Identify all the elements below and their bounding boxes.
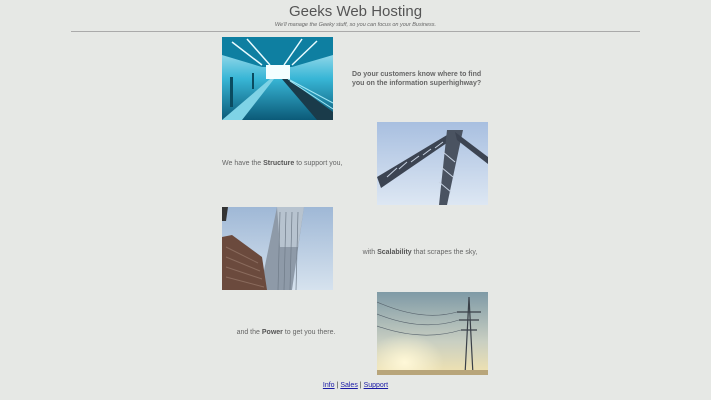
structure-caption-pre: We have the	[222, 160, 264, 167]
site-tagline: We'll manage the Geeky stuff, so you can…	[274, 22, 437, 28]
power-caption-pre: and the	[236, 329, 262, 336]
structure-keyword: Structure	[263, 160, 295, 167]
power-pylon-photo	[377, 292, 488, 375]
scalability-caption-post: that scrapes the sky,	[411, 249, 478, 256]
footer-separator: |	[336, 382, 339, 389]
site-header: Geeks Web Hosting We'll manage the Geeky…	[0, 3, 711, 28]
sales-link[interactable]: Sales	[340, 382, 358, 389]
structure-caption: We have the Structure to support you,	[222, 159, 372, 168]
power-caption-post: to get you there.	[282, 329, 336, 336]
scalability-caption-pre: with	[362, 249, 378, 256]
scalability-keyword: Scalability	[377, 249, 412, 256]
footer-nav: Info | Sales | Support	[0, 382, 711, 389]
header-divider	[71, 31, 640, 32]
scalability-caption: with Scalability that scrapes the sky,	[340, 248, 500, 257]
footer-separator: |	[359, 382, 362, 389]
train-station-photo	[222, 37, 333, 120]
structure-caption-post: to support you,	[294, 160, 343, 167]
power-caption: and the Power to get you there.	[222, 328, 350, 337]
steel-structure-photo	[377, 122, 488, 205]
power-keyword: Power	[261, 329, 283, 336]
intro-caption: Do your customers know where to find you…	[352, 71, 482, 87]
site-title: Geeks Web Hosting	[288, 3, 423, 20]
skyscraper-photo	[222, 207, 333, 290]
support-link[interactable]: Support	[364, 382, 389, 389]
info-link[interactable]: Info	[323, 382, 335, 389]
